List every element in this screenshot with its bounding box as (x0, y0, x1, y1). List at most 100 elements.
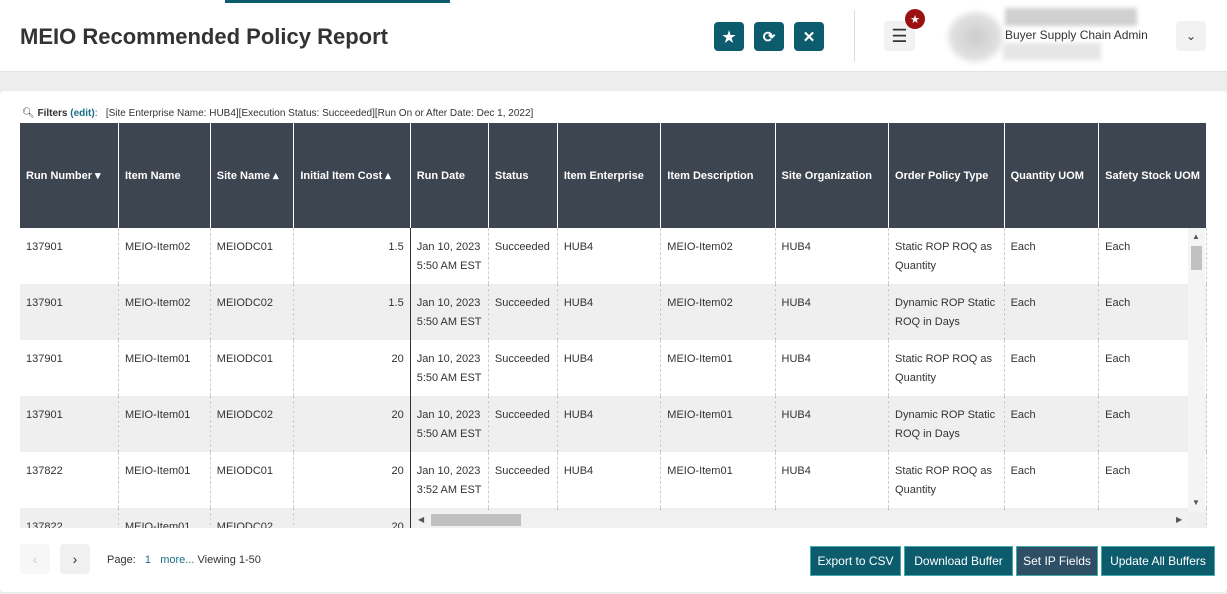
column-header[interactable]: Item Enterprise (557, 123, 662, 228)
table-cell: 20 (293, 340, 411, 396)
table-cell: 20 (293, 396, 411, 452)
filters-text: [Site Enterprise Name: HUB4][Execution S… (105, 108, 534, 119)
table-cell: HUB4 (775, 228, 890, 284)
search-icon: 🔍︎ (22, 108, 35, 119)
column-header[interactable]: Safety Stock UOM (1098, 123, 1207, 228)
table-cell: Succeeded (488, 396, 558, 452)
edit-filters-link[interactable]: (edit) (70, 108, 94, 119)
table-cell: Succeeded (488, 284, 558, 340)
table-cell: MEIODC01 (210, 228, 295, 284)
column-header[interactable]: Site Organization (775, 123, 890, 228)
table-cell: MEIO-Item01 (118, 452, 211, 508)
column-header[interactable]: Quantity UOM (1004, 123, 1100, 228)
table-row[interactable]: 137901 MEIO-Item01 MEIODC02 20 Jan 10, 2023 … (20, 396, 1207, 452)
export-csv-button[interactable]: Export to CSV (810, 546, 901, 576)
user-org-redacted (1003, 43, 1101, 60)
favorite-button[interactable]: ★ (714, 22, 744, 51)
column-header[interactable]: Order Policy Type (888, 123, 1005, 228)
table-cell: Jan 10, 2023 5:50 AM EST (410, 340, 489, 396)
horizontal-scrollbar[interactable]: ◀ ▶ (413, 512, 1188, 528)
chevron-down-icon: ⌄ (1185, 29, 1197, 43)
column-header[interactable]: Site Name ▴ (210, 123, 295, 228)
avatar[interactable] (948, 12, 1003, 62)
scroll-up-icon[interactable]: ▲ (1192, 232, 1200, 241)
table-row[interactable]: 137901 MEIO-Item02 MEIODC02 1.5 Jan 10, 2023… (20, 284, 1207, 340)
table-cell: MEIO-Item01 (660, 452, 776, 508)
table-cell: 137822 (20, 452, 119, 508)
scroll-down-icon[interactable]: ▼ (1192, 498, 1200, 507)
vertical-scroll-thumb[interactable] (1191, 246, 1202, 270)
prev-page-button[interactable]: ‹ (20, 544, 50, 574)
table-cell: MEIO-Item02 (118, 228, 211, 284)
more-pages-link[interactable]: more... (160, 554, 194, 566)
favorites-badge-star-icon[interactable]: ★ (905, 9, 925, 29)
table-cell: Jan 10, 2023 5:50 AM EST (410, 228, 489, 284)
table-cell: HUB4 (775, 284, 890, 340)
table-cell: Each (1004, 228, 1100, 284)
close-icon: ✕ (802, 28, 816, 46)
table-row[interactable]: 137822 MEIO-Item01 MEIODC01 20 Jan 10, 2023 … (20, 452, 1207, 508)
table-cell: 20 (293, 452, 411, 508)
scroll-right-icon[interactable]: ▶ (1176, 515, 1182, 524)
page-number-link[interactable]: 1 (145, 554, 151, 566)
table-cell: 137901 (20, 340, 119, 396)
refresh-button[interactable]: ⟳ (754, 22, 784, 51)
set-ip-fields-button[interactable]: Set IP Fields (1016, 546, 1098, 576)
column-header[interactable]: Run Number ▾ (20, 123, 119, 228)
chevron-right-icon: › (72, 551, 78, 567)
table-cell: MEIODC02 (210, 396, 295, 452)
table-cell: Static ROP ROQ as Quantity (888, 452, 1005, 508)
hamburger-icon: ☰ (891, 25, 908, 46)
table-cell: HUB4 (775, 340, 890, 396)
download-buffer-button[interactable]: Download Buffer (904, 546, 1013, 576)
column-header[interactable]: Initial Item Cost ▴ (293, 123, 411, 228)
table-cell: HUB4 (775, 396, 890, 452)
table-cell: 137901 (20, 284, 119, 340)
table-cell: MEIO-Item01 (118, 340, 211, 396)
filters-bar: 🔍︎ Filters (edit): [Site Enterprise Name… (22, 108, 534, 119)
table-cell: Jan 10, 2023 3:52 AM EST (410, 452, 489, 508)
table-cell: 137901 (20, 228, 119, 284)
table-cell: HUB4 (557, 452, 662, 508)
table-cell: MEIODC01 (210, 340, 295, 396)
table-cell: MEIO-Item01 (660, 396, 776, 452)
table-cell: Each (1004, 284, 1100, 340)
table-row[interactable]: 137901 MEIO-Item02 MEIODC01 1.5 Jan 10, 2023… (20, 228, 1207, 284)
table-cell: 137901 (20, 396, 119, 452)
column-header[interactable]: Item Name (118, 123, 211, 228)
table-cell: HUB4 (557, 340, 662, 396)
table-cell: Jan 10, 2023 5:50 AM EST (410, 284, 489, 340)
table-cell: Jan 10, 2023 5:50 AM EST (410, 396, 489, 452)
table-cell: Dynamic ROP Static ROQ in Days (888, 284, 1005, 340)
table-cell: 137822 (20, 508, 119, 528)
table-cell: Succeeded (488, 228, 558, 284)
table-cell: HUB4 (775, 452, 890, 508)
close-button[interactable]: ✕ (794, 22, 824, 51)
next-page-button[interactable]: › (60, 544, 90, 574)
divider (854, 10, 855, 62)
user-name-redacted (1005, 8, 1137, 26)
table-cell: Succeeded (488, 452, 558, 508)
table-cell: MEIO-Item02 (118, 284, 211, 340)
table-cell: MEIO-Item01 (118, 508, 211, 528)
vertical-scrollbar[interactable]: ▲ ▼ (1188, 228, 1205, 512)
star-icon: ★ (722, 28, 736, 46)
table-cell: Each (1004, 340, 1100, 396)
table-cell: MEIODC02 (210, 284, 295, 340)
table-cell: HUB4 (557, 228, 662, 284)
horizontal-scroll-thumb[interactable] (431, 514, 521, 526)
table-cell: Static ROP ROQ as Quantity (888, 228, 1005, 284)
user-menu-button[interactable]: ⌄ (1176, 21, 1206, 51)
scroll-left-icon[interactable]: ◀ (418, 515, 424, 524)
update-all-buffers-button[interactable]: Update All Buffers (1101, 546, 1215, 576)
column-header[interactable]: Status (488, 123, 558, 228)
table-row[interactable]: 137901 MEIO-Item01 MEIODC01 20 Jan 10, 2023 … (20, 340, 1207, 396)
column-header[interactable]: Run Date (410, 123, 489, 228)
table-cell: 20 (293, 508, 411, 528)
table-cell: Succeeded (488, 340, 558, 396)
table-cell: MEIO-Item01 (660, 340, 776, 396)
chevron-left-icon: ‹ (32, 551, 38, 567)
table-cell: 1.5 (293, 228, 411, 284)
table-cell: Each (1004, 452, 1100, 508)
column-header[interactable]: Item Description (660, 123, 776, 228)
